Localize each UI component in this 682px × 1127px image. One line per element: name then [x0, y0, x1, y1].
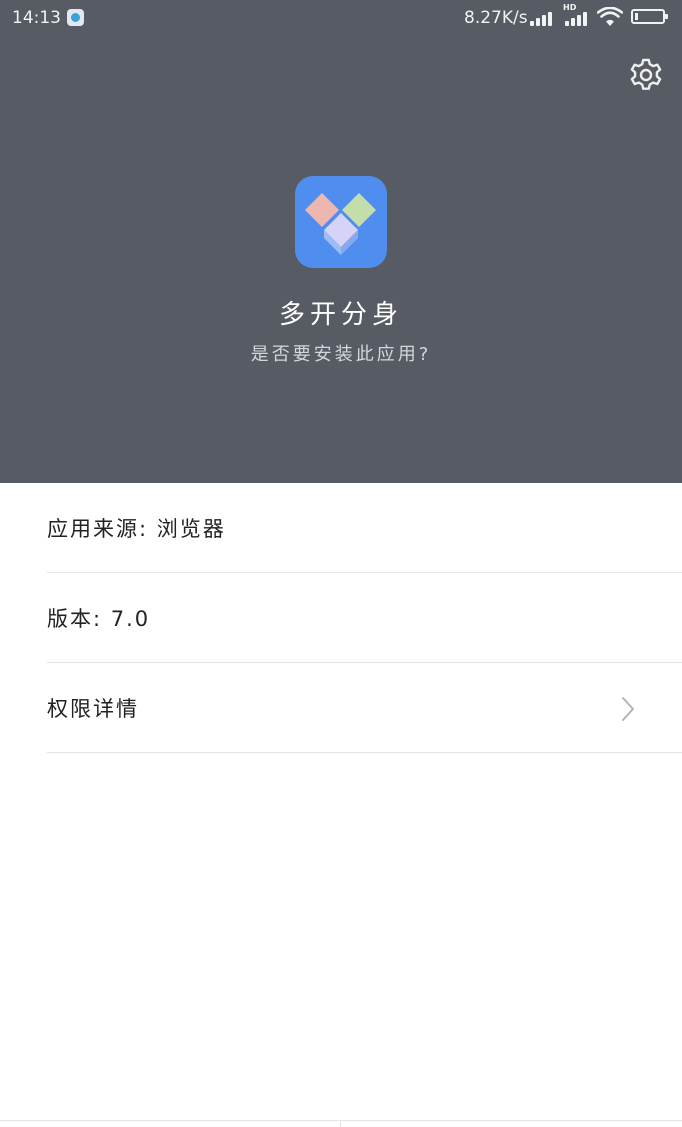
- status-time: 14:13: [12, 8, 61, 28]
- permission-details-label: 权限详情: [47, 697, 139, 721]
- install-question: 是否要安装此应用?: [250, 344, 432, 365]
- app-source-label: 应用来源: 浏览器: [47, 517, 226, 541]
- signal-hd-icon: [565, 10, 591, 26]
- battery-icon: [631, 9, 668, 24]
- wifi-icon: [597, 7, 623, 26]
- app-logo-graphic: [305, 193, 376, 255]
- app-version-row: 版本: 7.0: [47, 573, 682, 663]
- install-header: 14:13 8.27K/s HD 多开分身 是否要安装此应用?: [0, 0, 682, 483]
- bottom-bar-divider: [0, 1120, 682, 1121]
- notification-app-icon: [67, 9, 84, 26]
- network-speed: 8.27K/s: [464, 8, 528, 28]
- chevron-right-icon: [622, 697, 634, 721]
- app-name: 多开分身: [278, 300, 403, 330]
- app-source-row: 应用来源: 浏览器: [47, 483, 682, 573]
- permission-details-row[interactable]: 权限详情: [47, 663, 682, 753]
- bottom-button-separator: [340, 1120, 341, 1127]
- signal-icon: [530, 10, 556, 26]
- app-version-label: 版本: 7.0: [47, 607, 151, 631]
- app-logo-icon: [295, 176, 387, 268]
- status-bar: 14:13 8.27K/s HD: [0, 0, 682, 36]
- gear-icon[interactable]: [628, 57, 664, 93]
